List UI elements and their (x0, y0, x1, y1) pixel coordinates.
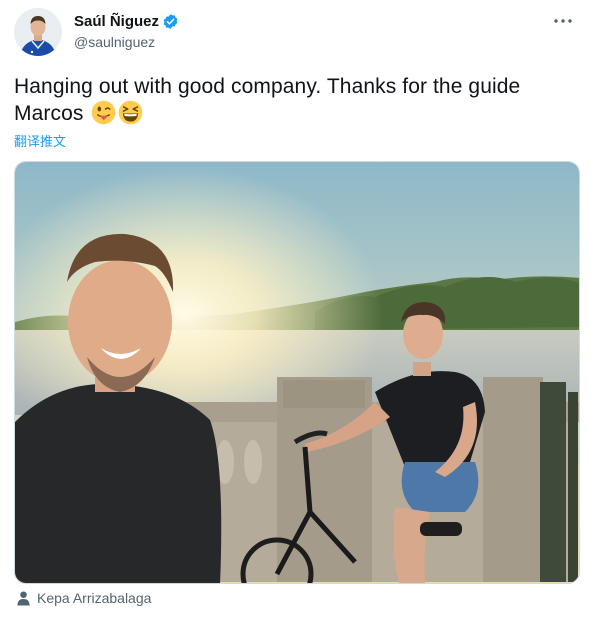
avatar-image (14, 8, 62, 56)
name-row: Saúl Ñiguez (74, 12, 179, 30)
tweet-text: Hanging out with good company. Thanks fo… (14, 73, 579, 127)
person-icon (17, 591, 30, 606)
tagged-person-name: Kepa Arrizabalaga (37, 590, 152, 606)
avatar[interactable] (14, 8, 62, 56)
tweet-text-content: Hanging out with good company. Thanks fo… (14, 75, 521, 125)
more-options-icon[interactable] (552, 12, 574, 30)
tweet-photo[interactable] (14, 161, 580, 584)
tweet: Saúl Ñiguez @saulniguez Hanging out with… (0, 0, 590, 617)
author-display-name[interactable]: Saúl Ñiguez (74, 13, 159, 30)
tweet-author: Saúl Ñiguez @saulniguez (74, 12, 179, 50)
tongue-out-emoji-icon (92, 100, 116, 125)
author-handle[interactable]: @saulniguez (74, 34, 179, 50)
grinning-squinting-emoji-icon (119, 100, 143, 125)
tagged-people[interactable]: Kepa Arrizabalaga (16, 590, 151, 606)
translate-tweet-link[interactable]: 翻译推文 (14, 131, 66, 150)
selfie-photo (15, 162, 579, 583)
verified-badge-icon (163, 13, 178, 29)
